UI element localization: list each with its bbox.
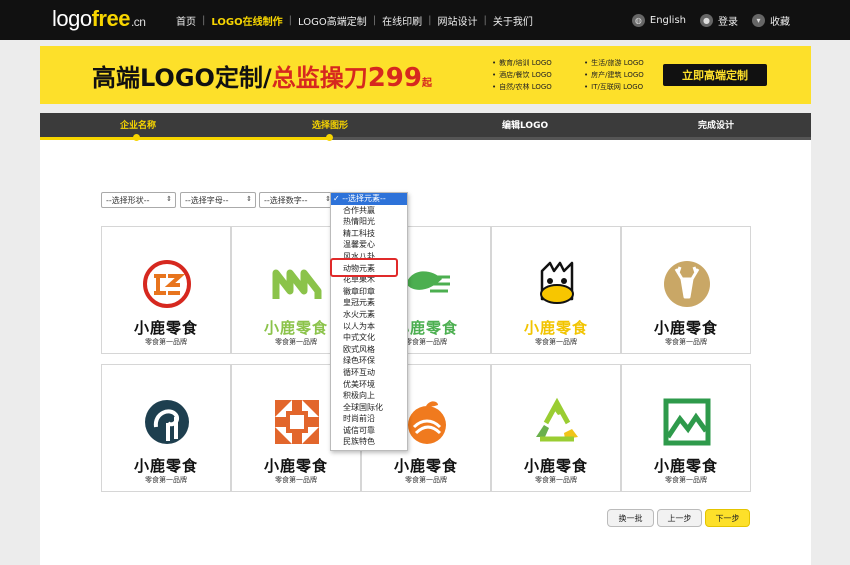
nav-logo-online[interactable]: LOGO在线制作 (205, 13, 288, 28)
step-dot (326, 134, 333, 141)
nav-web-design[interactable]: 网站设计 (431, 13, 483, 28)
user-icon: ● (700, 13, 713, 27)
banner-category: 教育/培训 LOGO (492, 58, 572, 68)
banner-category: 酒店/餐饮 LOGO (492, 70, 572, 80)
highlight-box (330, 258, 398, 277)
square-cross-icon (275, 400, 319, 444)
recycle-triangle-icon (536, 397, 578, 442)
step-dot (133, 134, 140, 141)
dropdown-option[interactable]: 循环互动 (331, 367, 407, 379)
leaf-wave-icon (406, 271, 450, 293)
zigzag-n-icon (272, 269, 322, 299)
step-bar: 企业名称 选择图形 编辑LOGO 完成设计 (40, 113, 811, 141)
letter-select[interactable]: --选择字母-- ⇕ (180, 192, 256, 208)
banner-category-list: 教育/培训 LOGO 生活/旅游 LOGO 酒店/餐饮 LOGO 房产/建筑 L… (492, 58, 664, 92)
deer-circle-icon (664, 261, 710, 307)
banner-category: 房产/建筑 LOGO (584, 70, 664, 80)
step-progress (40, 134, 811, 141)
dropdown-option[interactable]: 合作共赢 (331, 205, 407, 217)
spiral-icon (145, 400, 189, 444)
step-edit-logo: 编辑LOGO (502, 121, 549, 131)
card-brand: 小鹿零食 (653, 319, 718, 337)
logo-card[interactable]: 小鹿零食 零食第一品牌 (101, 364, 231, 492)
card-tagline: 零食第一品牌 (145, 476, 187, 484)
dropdown-option[interactable]: 水火元素 (331, 309, 407, 321)
prev-step-button[interactable]: 上一步 (657, 509, 702, 527)
favorites-link[interactable]: ▾ 收藏 (752, 13, 790, 28)
card-brand: 小鹿零食 (393, 457, 458, 475)
card-tagline: 零食第一品牌 (405, 476, 447, 484)
nav-printing[interactable]: 在线印刷 (376, 13, 428, 28)
number-select[interactable]: --选择数字-- ⇕ (259, 192, 335, 208)
dropdown-option[interactable]: 绿色环保 (331, 355, 407, 367)
dropdown-option[interactable]: 积极向上 (331, 390, 407, 402)
logo-card[interactable]: 小鹿零食 零食第一品牌 (621, 226, 751, 354)
dropdown-option[interactable]: 以人为本 (331, 321, 407, 333)
dropdown-option[interactable]: 热情阳光 (331, 216, 407, 228)
dropdown-option-selected[interactable]: ✓ --选择元素-- (331, 193, 407, 205)
dropdown-option[interactable]: 徽章印章 (331, 286, 407, 298)
dropdown-option[interactable]: 优美环境 (331, 379, 407, 391)
banner-title: 高端LOGO定制/总监操刀299起 (92, 63, 432, 93)
logo-card[interactable]: 小鹿零食 零食第一品牌 (621, 364, 751, 492)
nav-about[interactable]: 关于我们 (487, 13, 539, 28)
logo-card[interactable]: 小鹿零食 零食第一品牌 (491, 364, 621, 492)
nav-home[interactable]: 首页 (170, 13, 202, 28)
card-brand: 小鹿零食 (523, 457, 588, 475)
english-link[interactable]: ◍ English (631, 13, 686, 27)
card-tagline: 零食第一品牌 (665, 338, 707, 346)
step-company-name: 企业名称 (120, 121, 157, 131)
globe-icon: ◍ (631, 13, 645, 27)
promo-banner[interactable]: 高端LOGO定制/总监操刀299起 教育/培训 LOGO 生活/旅游 LOGO … (40, 46, 811, 104)
step-choose-shape: 选择图形 (312, 121, 349, 131)
dropdown-option[interactable]: 精工科技 (331, 228, 407, 240)
duck-face-icon (540, 261, 574, 304)
orange-fruit-icon (408, 401, 446, 444)
card-brand: 小鹿零食 (263, 457, 328, 475)
cart-icon: ▾ (752, 13, 765, 27)
dropdown-option[interactable]: 全球国际化 (331, 402, 407, 414)
refresh-batch-button[interactable]: 换一批 (607, 509, 654, 527)
dropdown-option[interactable]: 时尚前沿 (331, 413, 407, 425)
step-finish: 完成设计 (698, 121, 735, 131)
site-logo[interactable]: logofree.cn (52, 6, 146, 32)
dropdown-option[interactable]: 皇冠元素 (331, 297, 407, 309)
banner-category: 自然/农林 LOGO (492, 82, 572, 92)
dropdown-option[interactable]: 民族特色 (331, 436, 407, 448)
shape-select[interactable]: --选择形状-- ⇕ (101, 192, 176, 208)
banner-category: IT/互联网 LOGO (584, 82, 664, 92)
step-progress-fill (40, 137, 330, 140)
custom-order-button[interactable]: 立即高端定制 (663, 64, 767, 86)
select-arrows-icon: ⇕ (166, 195, 172, 203)
logo-card[interactable]: 小鹿零食 零食第一品牌 (101, 226, 231, 354)
mountain-frame-icon (663, 398, 711, 446)
card-brand: 小鹿零食 (653, 457, 718, 475)
dropdown-option[interactable]: 中式文化 (331, 332, 407, 344)
card-tagline: 零食第一品牌 (275, 476, 317, 484)
main-nav: 首页 | LOGO在线制作 | LOGO高端定制 | 在线印刷 | 网站设计 |… (170, 0, 539, 40)
card-tagline: 零食第一品牌 (665, 476, 707, 484)
card-tagline: 零食第一品牌 (145, 338, 187, 346)
select-arrows-icon: ⇕ (246, 195, 252, 203)
element-select-dropdown[interactable]: ✓ --选择元素-- 合作共赢 热情阳光 精工科技 温馨爱心 风水八卦 动物元素… (330, 192, 408, 451)
dropdown-option[interactable]: 欧式风格 (331, 344, 407, 356)
login-link[interactable]: ● 登录 (700, 13, 738, 28)
banner-category: 生活/旅游 LOGO (584, 58, 664, 68)
nav-logo-custom[interactable]: LOGO高端定制 (292, 13, 373, 28)
logo-card[interactable]: 小鹿零食 零食第一品牌 (491, 226, 621, 354)
card-brand: 小鹿零食 (133, 319, 198, 337)
dropdown-option[interactable]: 温馨爱心 (331, 239, 407, 251)
card-brand: 小鹿零食 (523, 319, 588, 337)
card-tagline: 零食第一品牌 (535, 476, 577, 484)
top-right-links: ◍ English ● 登录 ▾ 收藏 (631, 0, 790, 40)
next-step-button[interactable]: 下一步 (705, 509, 750, 527)
card-tagline: 零食第一品牌 (535, 338, 577, 346)
dropdown-option[interactable]: 诚信可靠 (331, 425, 407, 437)
top-navbar: logofree.cn 首页 | LOGO在线制作 | LOGO高端定制 | 在… (0, 0, 850, 40)
ring-letters-icon (143, 260, 191, 308)
card-brand: 小鹿零食 (133, 457, 198, 475)
